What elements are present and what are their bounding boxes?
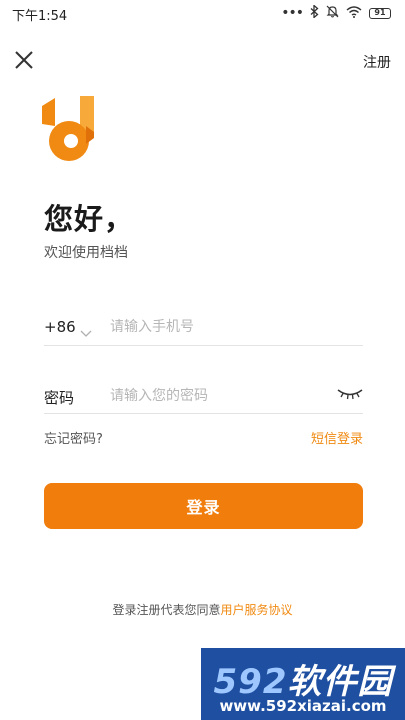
agreement-text: 登录注册代表您同意用户服务协议: [0, 601, 405, 618]
watermark-url: www.592xiazai.com: [219, 697, 387, 715]
chevron-down-icon[interactable]: [80, 323, 92, 337]
more-dots-icon: •••: [281, 5, 304, 21]
greeting-title: 您好，: [44, 202, 135, 236]
status-bar: 下午1:54 ••• 91: [0, 0, 405, 26]
bluetooth-icon: [310, 4, 319, 21]
register-link[interactable]: 注册: [363, 52, 391, 72]
phone-input[interactable]: [110, 314, 360, 340]
sms-login-link[interactable]: 短信登录: [311, 428, 363, 447]
agreement-prefix: 登录注册代表您同意: [112, 603, 221, 617]
password-label: 密码: [44, 389, 75, 407]
wifi-icon: [346, 5, 362, 21]
status-icons: ••• 91: [281, 4, 391, 22]
battery-icon: 91: [369, 7, 391, 19]
forgot-password-link[interactable]: 忘记密码?: [44, 428, 103, 447]
password-field-row: 密码: [44, 380, 363, 414]
phone-field-row: +86: [44, 312, 363, 346]
user-agreement-link[interactable]: 用户服务协议: [221, 603, 293, 617]
login-button[interactable]: 登录: [44, 483, 363, 529]
watermark-logo: 592软件园 www.592xiazai.com: [201, 648, 405, 720]
eye-closed-icon[interactable]: [337, 386, 363, 400]
country-code-selector[interactable]: +86: [44, 318, 76, 336]
password-input[interactable]: [110, 383, 330, 409]
watermark-brand-text: 软件园: [287, 662, 393, 702]
greeting-subtitle: 欢迎使用档档: [44, 245, 128, 261]
mute-bell-icon: [326, 5, 339, 21]
watermark-brand-number: 592: [213, 662, 288, 702]
watermark-brand: 592软件园: [201, 654, 405, 703]
close-icon[interactable]: [12, 48, 36, 72]
app-logo: [42, 96, 98, 164]
status-time: 下午1:54: [12, 9, 68, 24]
